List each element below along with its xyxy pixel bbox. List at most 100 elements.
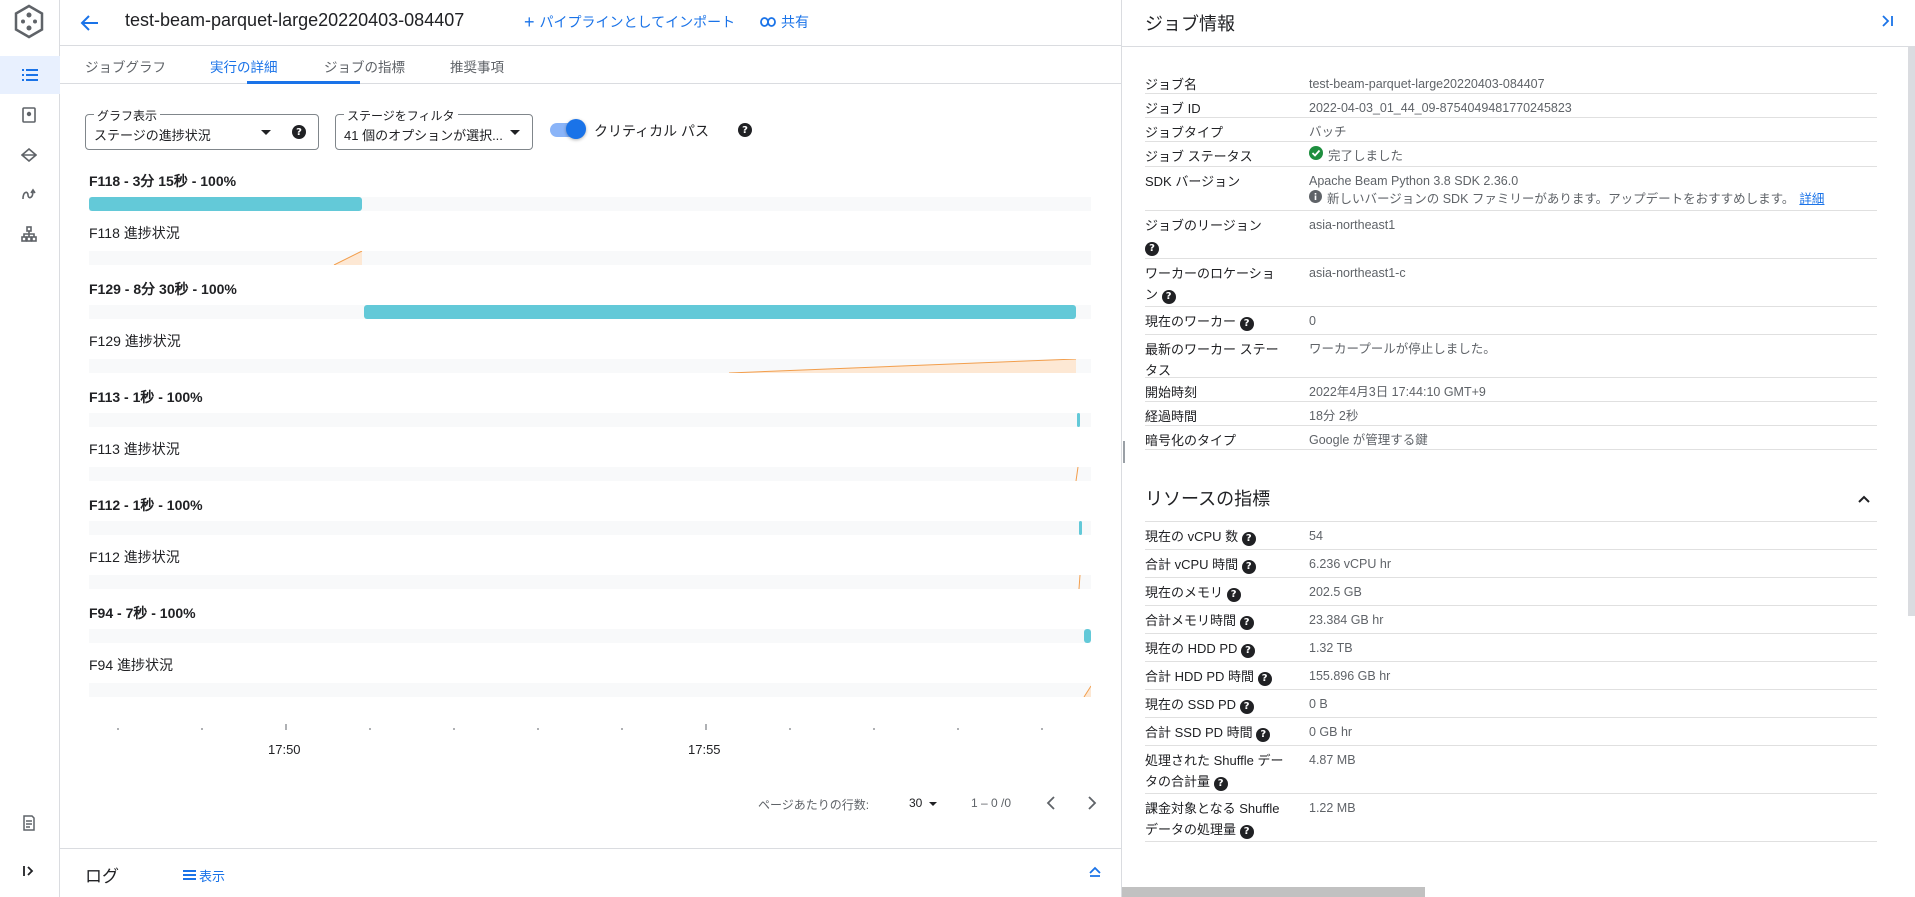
stage-title: F94 - 7秒 - 100%	[89, 605, 196, 621]
axis-tick-label: 17:55	[688, 742, 721, 757]
job-info-title: ジョブ情報	[1145, 14, 1235, 34]
snapshots-icon[interactable]	[18, 223, 40, 245]
help-icon[interactable]: ?	[1239, 316, 1254, 331]
back-arrow-icon[interactable]	[78, 11, 102, 35]
vertical-scrollbar[interactable]	[1908, 46, 1915, 616]
tab-job-graph[interactable]: ジョブグラフ	[85, 56, 166, 76]
help-icon[interactable]: ?	[1239, 699, 1254, 714]
check-circle-icon	[1309, 146, 1323, 166]
help-icon[interactable]: ?	[1257, 671, 1272, 686]
tab-job-metrics[interactable]: ジョブの指標	[324, 56, 405, 76]
progress-title: F94 進捗状況	[89, 657, 174, 673]
stage-bar[interactable]	[1079, 521, 1082, 535]
info-row: ジョブ ID 2022-04-03_01_44_09-8754049481770…	[1145, 94, 1877, 118]
sdk-details-link[interactable]: 詳細	[1799, 189, 1824, 209]
metric-key: 現在の HDD PD ?	[1145, 638, 1290, 659]
help-icon[interactable]: ?	[1239, 615, 1254, 630]
pipelines-icon[interactable]	[18, 144, 40, 166]
release-notes-icon[interactable]	[18, 812, 40, 834]
info-key: ワーカーのロケーション ?	[1145, 263, 1285, 305]
metric-key-text: 現在の vCPU 数	[1145, 529, 1239, 544]
stage-bar[interactable]	[364, 305, 1076, 319]
collapse-panel-icon[interactable]	[1880, 14, 1894, 33]
metric-value: 155.896 GB hr	[1309, 669, 1391, 683]
help-icon[interactable]: ?	[1213, 776, 1228, 791]
expand-up-icon[interactable]	[1088, 864, 1102, 883]
help-icon[interactable]: ?	[1256, 727, 1271, 742]
help-icon[interactable]: ?	[1161, 289, 1176, 304]
log-show-button[interactable]: 表示	[183, 866, 225, 885]
chevron-up-icon[interactable]	[1857, 491, 1871, 509]
info-key: SDK バージョン	[1145, 174, 1241, 189]
prev-page-icon[interactable]	[1045, 796, 1057, 815]
plus-icon: +	[524, 12, 535, 32]
progress-sparkline	[728, 359, 1077, 373]
metric-key-text: 合計 HDD PD 時間	[1145, 669, 1255, 684]
stage-bar[interactable]	[89, 197, 362, 211]
rows-per-page-select[interactable]: 30	[909, 796, 937, 810]
critical-path-label: クリティカル パス	[594, 123, 710, 139]
metric-row: 現在のメモリ ? 202.5 GB	[1145, 578, 1877, 606]
help-icon[interactable]: ?	[1241, 643, 1256, 658]
metric-value: 1.32 TB	[1309, 641, 1353, 655]
info-row: 最新のワーカー ステータス ワーカープールが停止しました。	[1145, 335, 1877, 378]
info-row: ジョブタイプ バッチ	[1145, 118, 1877, 142]
stage-bar[interactable]	[1077, 413, 1080, 427]
info-row: ワーカーのロケーション ? asia-northeast1-c	[1145, 259, 1877, 307]
notebooks-icon[interactable]	[18, 183, 40, 205]
share-button[interactable]: 共有	[760, 12, 809, 32]
help-icon[interactable]: ?	[1226, 587, 1241, 602]
panel-header-divider	[1122, 46, 1915, 47]
import-as-pipeline-button[interactable]: + パイプラインとしてインポート	[524, 12, 735, 32]
stage-track	[89, 305, 1091, 319]
graph-view-select[interactable]: グラフ表示 ステージの進捗状況 ?	[85, 107, 319, 150]
resize-handle[interactable]	[1123, 441, 1125, 463]
metric-key: 課金対象となる Shuffle データの処理量 ?	[1145, 798, 1295, 840]
progress-title: F118 進捗状況	[89, 225, 180, 241]
horizontal-scrollbar[interactable]	[1122, 887, 1425, 897]
info-row: 開始時刻 2022年4月3日 17:44:10 GMT+9	[1145, 378, 1877, 402]
progress-sparkline	[1075, 467, 1079, 481]
log-show-label: 表示	[199, 869, 226, 884]
stage-filter-select[interactable]: ステージをフィルタ 41 個のオプションが選択...	[335, 107, 533, 150]
info-value: 2022年4月3日 17:44:10 GMT+9	[1309, 385, 1486, 399]
stage-bar[interactable]	[1084, 629, 1091, 643]
stage-track	[89, 521, 1091, 535]
import-label: パイプラインとしてインポート	[539, 14, 736, 30]
progress-track	[89, 251, 1091, 265]
help-icon[interactable]: ?	[738, 123, 752, 137]
pagination-range: 1 – 0 /0	[971, 796, 1012, 810]
metric-value: 202.5 GB	[1309, 585, 1362, 599]
graph-view-value: ステージの進捗状況	[94, 128, 211, 143]
next-page-icon[interactable]	[1086, 796, 1098, 815]
metric-key-text: 現在のメモリ	[1145, 585, 1224, 600]
toggle-knob[interactable]	[566, 119, 586, 139]
help-icon[interactable]: ?	[1241, 531, 1256, 546]
help-icon[interactable]: ?	[1241, 559, 1256, 574]
side-rail	[0, 0, 60, 897]
info-key-text: 現在のワーカー	[1145, 314, 1237, 329]
panel-splitter[interactable]	[1121, 0, 1122, 897]
stage-title: F113 - 1秒 - 100%	[89, 389, 203, 405]
stage-title: F118 - 3分 15秒 - 100%	[89, 173, 237, 189]
metric-value: 6.236 vCPU hr	[1309, 557, 1391, 571]
sdk-notice-text: 新しいバージョンの SDK ファミリーがあります。アップデートをおすすめします。	[1327, 192, 1795, 206]
expand-rail-icon[interactable]	[18, 860, 40, 882]
info-value: 2022-04-03_01_44_09-8754049481770245823	[1309, 101, 1572, 115]
metric-key: 合計 SSD PD 時間 ?	[1145, 722, 1305, 743]
help-icon[interactable]: ?	[292, 125, 306, 139]
chevron-down-icon	[261, 130, 271, 135]
metric-row: 合計 HDD PD 時間 ? 155.896 GB hr	[1145, 662, 1877, 690]
stage-title: F129 - 8分 30秒 - 100%	[89, 281, 237, 297]
progress-title: F113 進捗状況	[89, 441, 180, 457]
help-icon[interactable]: ?	[1145, 241, 1159, 256]
help-icon[interactable]: ?	[1239, 824, 1254, 839]
stage-track	[89, 197, 1091, 211]
progress-track	[89, 359, 1091, 373]
jobs-list-icon[interactable]	[0, 56, 60, 94]
tab-recommendations[interactable]: 推奨事項	[450, 56, 504, 76]
tab-execution-details[interactable]: 実行の詳細	[210, 56, 278, 76]
info-row: 経過時間 18分 2秒	[1145, 402, 1877, 426]
graph-view-label: グラフ表示	[94, 107, 161, 124]
templates-icon[interactable]	[18, 104, 40, 126]
